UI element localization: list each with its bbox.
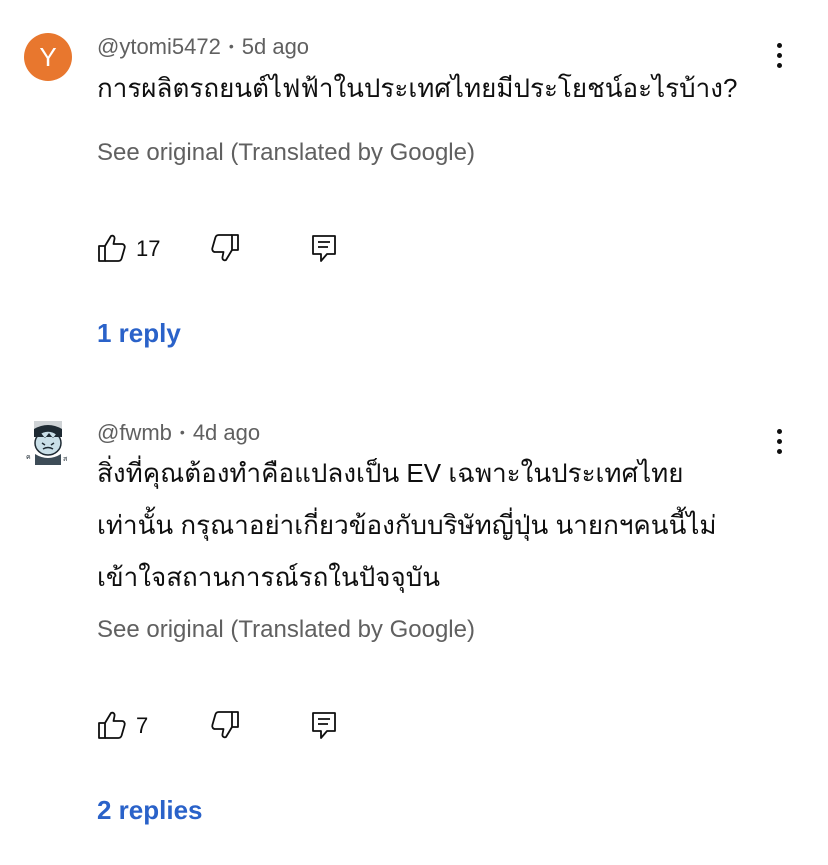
see-original-link[interactable]: See original (Translated by Google) bbox=[97, 616, 475, 644]
cartoon-avatar-icon[interactable]: ค ส bbox=[22, 417, 74, 469]
separator-dot: • bbox=[179, 424, 185, 440]
comment-text-line: เท่านั้น กรุณาอย่าเกี่ยวข้องกับบริษัทญี่… bbox=[97, 510, 717, 540]
svg-text:ค: ค bbox=[26, 453, 31, 461]
comment-text-line: เข้าใจสถานการณ์รถในปัจจุบัน bbox=[97, 562, 441, 592]
svg-text:ส: ส bbox=[63, 455, 68, 463]
comment-meta: @ytomi5472 • 5d ago bbox=[97, 34, 309, 60]
see-original-link[interactable]: See original (Translated by Google) bbox=[97, 139, 475, 167]
timestamp[interactable]: 4d ago bbox=[193, 420, 260, 445]
thumbs-up-icon[interactable] bbox=[96, 232, 128, 264]
thumbs-up-icon[interactable] bbox=[96, 709, 128, 741]
comment-text: การผลิตรถยนต์ไฟฟ้าในประเทศไทยมีประโยชน์อ… bbox=[97, 62, 777, 114]
timestamp[interactable]: 5d ago bbox=[242, 34, 309, 59]
comment-actions: 17 bbox=[96, 230, 356, 270]
comment-item: Y @ytomi5472 • 5d ago การผลิตรถยนต์ไฟฟ้าใน… bbox=[0, 0, 828, 380]
comments-list: Y @ytomi5472 • 5d ago การผลิตรถยนต์ไฟฟ้าใน… bbox=[0, 0, 828, 865]
thumbs-down-icon[interactable] bbox=[209, 232, 241, 264]
reply-icon[interactable] bbox=[308, 709, 340, 741]
more-options-icon[interactable] bbox=[768, 426, 792, 458]
comment-text-line: สิ่งที่คุณต้องทำคือแปลงเป็น EV เฉพาะในปร… bbox=[97, 458, 684, 488]
view-replies-button[interactable]: 2 replies bbox=[97, 795, 203, 826]
comment-meta: @fwmb • 4d ago bbox=[97, 420, 260, 446]
more-options-icon[interactable] bbox=[768, 40, 792, 72]
comment-actions: 7 bbox=[96, 707, 356, 747]
avatar[interactable]: Y bbox=[24, 33, 72, 81]
author-name[interactable]: @ytomi5472 bbox=[97, 34, 221, 59]
like-count: 17 bbox=[136, 236, 161, 261]
avatar-letter: Y bbox=[39, 41, 57, 72]
comment-item: ค ส @fwmb • 4d ago สิ่งที่คุณต้องทำคือแปลง… bbox=[0, 400, 828, 865]
reply-icon[interactable] bbox=[308, 232, 340, 264]
like-count: 7 bbox=[136, 713, 149, 738]
comment-text-line: การผลิตรถยนต์ไฟฟ้าในประเทศไทยมีประโยชน์อ… bbox=[97, 73, 738, 103]
view-replies-button[interactable]: 1 reply bbox=[97, 318, 181, 349]
comment-text: สิ่งที่คุณต้องทำคือแปลงเป็น EV เฉพาะในปร… bbox=[97, 447, 777, 603]
thumbs-down-icon[interactable] bbox=[209, 709, 241, 741]
separator-dot: • bbox=[228, 38, 234, 54]
author-name[interactable]: @fwmb bbox=[97, 420, 172, 445]
